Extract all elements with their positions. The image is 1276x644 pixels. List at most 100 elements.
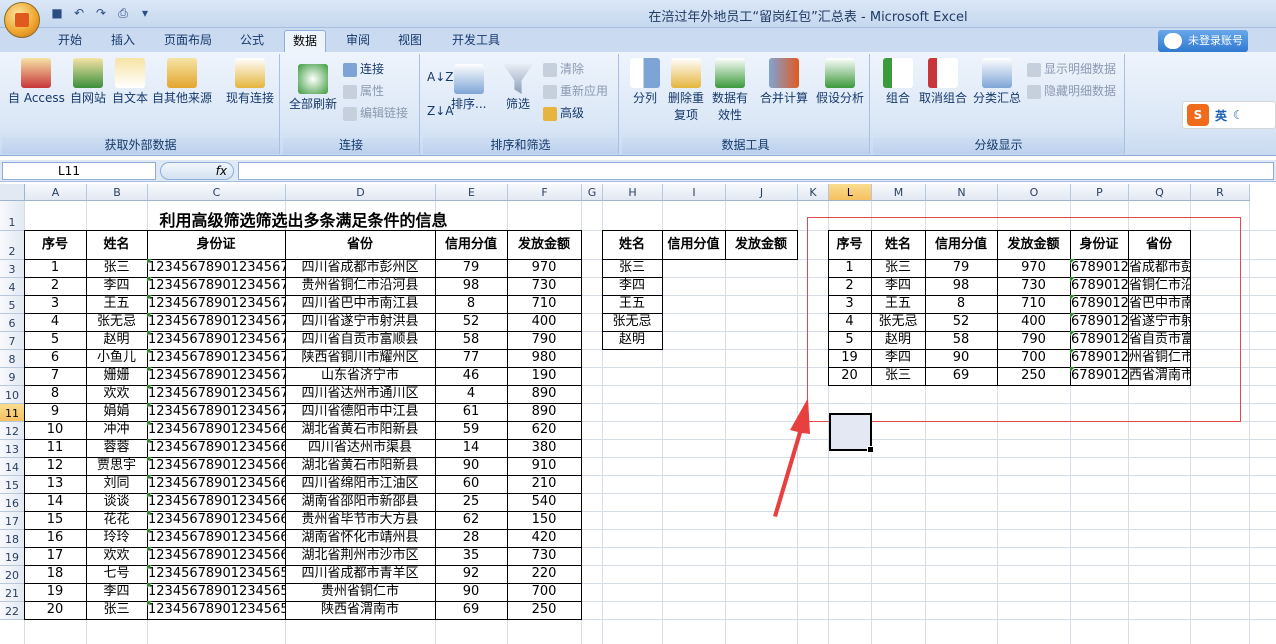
table-cell[interactable]: 123456789012345654	[147, 583, 286, 602]
row-header[interactable]: 20	[0, 566, 25, 584]
column-header[interactable]: R	[1191, 184, 1250, 201]
column-header[interactable]: L	[829, 184, 872, 201]
tab-page-layout[interactable]: 页面布局	[156, 30, 220, 52]
sort-button[interactable]: 排序...	[451, 64, 486, 113]
table-cell[interactable]: 张无忌	[86, 313, 148, 332]
row-header[interactable]: 6	[0, 314, 25, 332]
table-cell[interactable]: 210	[507, 475, 582, 494]
table-cell[interactable]: 刘同	[86, 475, 148, 494]
table-cell[interactable]: 张三	[86, 601, 148, 620]
column-header[interactable]: J	[726, 184, 798, 201]
from-web-button[interactable]: 自网站	[70, 58, 106, 107]
table-cell[interactable]: 150	[507, 511, 582, 530]
criteria-header[interactable]: 发放金额	[725, 230, 798, 260]
clear-button[interactable]: 清除	[543, 60, 584, 78]
table-header[interactable]: 省份	[285, 230, 436, 260]
connections-button[interactable]: 连接	[343, 60, 384, 78]
table-cell[interactable]: 花花	[86, 511, 148, 530]
table-cell[interactable]: 400	[507, 313, 582, 332]
tab-developer[interactable]: 开发工具	[444, 30, 508, 52]
table-cell[interactable]: 28	[435, 529, 508, 548]
table-cell[interactable]: 12	[24, 457, 87, 476]
table-cell[interactable]: 123456789012345672	[147, 367, 286, 386]
row-header[interactable]: 12	[0, 422, 25, 440]
column-header[interactable]: Q	[1129, 184, 1191, 201]
show-detail-button[interactable]: 显示明细数据	[1027, 60, 1116, 78]
table-cell[interactable]: 123456789012345668	[147, 421, 286, 440]
filter-button[interactable]: 筛选	[503, 64, 533, 113]
table-cell[interactable]: 123456789012345675	[147, 313, 286, 332]
table-cell[interactable]: 陕西省渭南市	[285, 601, 436, 620]
criteria-cell[interactable]: 赵明	[602, 331, 663, 350]
table-cell[interactable]: 19	[24, 583, 87, 602]
criteria-cell[interactable]: 李四	[602, 277, 663, 296]
ungroup-button[interactable]: 取消组合	[919, 58, 967, 107]
table-cell[interactable]: 4	[24, 313, 87, 332]
table-cell[interactable]: 90	[435, 457, 508, 476]
table-cell[interactable]: 四川省自贡市富顺县	[285, 331, 436, 350]
row-header[interactable]: 3	[0, 260, 25, 278]
column-header[interactable]: O	[998, 184, 1071, 201]
table-cell[interactable]: 60	[435, 475, 508, 494]
table-cell[interactable]: 四川省德阳市中江县	[285, 403, 436, 422]
column-header[interactable]: H	[603, 184, 663, 201]
table-cell[interactable]: 620	[507, 421, 582, 440]
table-cell[interactable]: 2	[24, 277, 87, 296]
table-cell[interactable]: 18	[24, 565, 87, 584]
table-cell[interactable]: 四川省达州市渠县	[285, 439, 436, 458]
table-cell[interactable]: 张三	[86, 259, 148, 278]
table-cell[interactable]: 贵州省毕节市大方县	[285, 511, 436, 530]
table-cell[interactable]: 8	[435, 295, 508, 314]
existing-connections-button[interactable]: 现有连接	[226, 58, 274, 107]
table-cell[interactable]: 730	[507, 277, 582, 296]
table-cell[interactable]: 湖南省怀化市靖州县	[285, 529, 436, 548]
table-cell[interactable]: 1	[24, 259, 87, 278]
table-cell[interactable]: 湖南省邵阳市新邵县	[285, 493, 436, 512]
criteria-header[interactable]: 信用分值	[662, 230, 726, 260]
table-cell[interactable]: 123456789012345653	[147, 601, 286, 620]
table-cell[interactable]: 四川省成都市青羊区	[285, 565, 436, 584]
table-cell[interactable]: 四川省成都市彭州区	[285, 259, 436, 278]
table-cell[interactable]: 山东省济宁市	[285, 367, 436, 386]
table-cell[interactable]: 790	[507, 331, 582, 350]
table-cell[interactable]: 7	[24, 367, 87, 386]
column-header[interactable]: E	[436, 184, 508, 201]
row-header[interactable]: 19	[0, 548, 25, 566]
table-cell[interactable]: 123456789012345663	[147, 511, 286, 530]
row-header[interactable]: 13	[0, 440, 25, 458]
row-header[interactable]: 5	[0, 296, 25, 314]
table-cell[interactable]: 123456789012345667	[147, 439, 286, 458]
sort-desc-icon[interactable]: Z↓A	[427, 102, 453, 120]
criteria-cell[interactable]: 张三	[602, 259, 663, 278]
tab-formulas[interactable]: 公式	[232, 30, 272, 52]
table-cell[interactable]: 123456789012345662	[147, 529, 286, 548]
table-cell[interactable]: 890	[507, 403, 582, 422]
row-header[interactable]: 14	[0, 458, 25, 476]
row-header[interactable]: 15	[0, 476, 25, 494]
table-cell[interactable]: 710	[507, 295, 582, 314]
table-cell[interactable]: 970	[507, 259, 582, 278]
column-header[interactable]: N	[926, 184, 998, 201]
table-cell[interactable]: 四川省绵阳市江油区	[285, 475, 436, 494]
table-cell[interactable]: 11	[24, 439, 87, 458]
table-cell[interactable]: 92	[435, 565, 508, 584]
table-cell[interactable]: 14	[435, 439, 508, 458]
table-cell[interactable]: 420	[507, 529, 582, 548]
remove-duplicates-button[interactable]: 删除重复项	[666, 58, 706, 124]
table-cell[interactable]: 15	[24, 511, 87, 530]
row-header[interactable]: 21	[0, 584, 25, 602]
table-cell[interactable]: 250	[507, 601, 582, 620]
row-header[interactable]: 18	[0, 530, 25, 548]
data-validation-button[interactable]: 数据有效性	[710, 58, 750, 124]
what-if-button[interactable]: 假设分析	[816, 58, 864, 107]
table-cell[interactable]: 540	[507, 493, 582, 512]
table-cell[interactable]: 380	[507, 439, 582, 458]
from-other-sources-button[interactable]: 自其他来源	[152, 58, 212, 107]
column-header[interactable]: B	[87, 184, 148, 201]
office-button[interactable]	[4, 2, 40, 38]
row-header[interactable]: 1	[0, 201, 25, 231]
column-header[interactable]: G	[582, 184, 603, 201]
table-cell[interactable]: 17	[24, 547, 87, 566]
sort-asc-icon[interactable]: A↓Z	[427, 68, 453, 86]
row-header[interactable]: 11	[0, 404, 25, 422]
